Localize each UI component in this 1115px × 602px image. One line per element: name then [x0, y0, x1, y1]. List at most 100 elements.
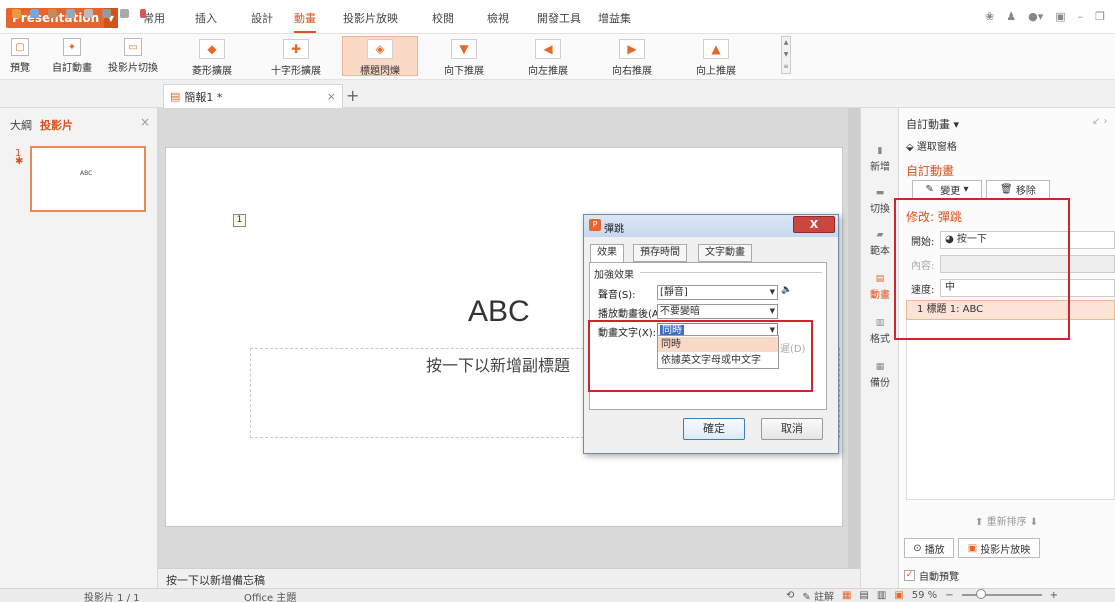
custom-animation-label: 自訂動畫 [52, 63, 92, 74]
side-animation-button[interactable]: ▤ 動畫 [866, 274, 894, 301]
sync-icon[interactable]: ⟲ [786, 590, 794, 601]
animation-push-up[interactable]: ▲ 向上推展 [678, 36, 754, 77]
undo-icon[interactable] [102, 9, 111, 18]
tab-effect[interactable]: 效果 [590, 244, 624, 263]
tab-text-animation[interactable]: 文字動畫 [698, 244, 752, 262]
tab-review[interactable]: 校閱 [432, 10, 454, 26]
preview-icon: ▢ [11, 38, 29, 56]
side-toolbar [860, 108, 898, 588]
animation-label: 菱形擴展 [192, 66, 232, 77]
slide-thumbnail[interactable] [30, 146, 146, 212]
vertical-scrollbar[interactable] [848, 108, 860, 568]
slide-title[interactable]: ABC [468, 295, 530, 329]
tab-slideshow[interactable]: 投影片放映 [343, 10, 398, 26]
subtitle-placeholder[interactable]: 按一下以新增副標題 [426, 352, 570, 376]
zoom-in-icon[interactable]: + [1050, 590, 1058, 601]
redo-icon[interactable] [120, 9, 129, 18]
speaker-icon[interactable]: 🔈 [781, 285, 792, 297]
animation-label: 十字形擴展 [271, 66, 321, 77]
tab-view[interactable]: 檢視 [487, 10, 509, 26]
after-animation-select[interactable]: 不要變暗 ▼ [657, 304, 778, 319]
normal-view-icon[interactable]: ▦ [842, 590, 851, 601]
task-pane-header[interactable]: 自訂動畫 ▾ [906, 116, 959, 132]
minimize-icon[interactable]: – [1078, 10, 1084, 23]
animation-label: 向右推展 [612, 66, 652, 77]
print-icon[interactable] [48, 9, 57, 18]
remove-button[interactable]: 🗑 移除 [986, 180, 1050, 199]
close-icon[interactable]: × [140, 115, 150, 129]
cross-icon: ✚ [283, 39, 309, 59]
zoom-out-icon[interactable]: − [945, 590, 953, 601]
animation-push-right[interactable]: ▶ 向右推展 [594, 36, 670, 77]
reading-view-icon[interactable]: ▥ [877, 590, 886, 601]
notes-placeholder[interactable]: 按一下以新增備忘稿 [166, 572, 265, 588]
slide-transition-button[interactable]: ▭ 投影片切換 [108, 38, 158, 74]
document-tab[interactable]: ▤ 簡報1 * × [163, 84, 343, 108]
animation-diamond-expand[interactable]: ◆ 菱形擴展 [174, 36, 250, 77]
pencil-icon: ✎ [925, 184, 934, 195]
close-icon[interactable]: × [327, 90, 336, 103]
sound-select[interactable]: [靜音] ▼ [657, 285, 778, 300]
doc-icon[interactable] [84, 9, 93, 18]
enhancements-group-label: 加強效果 [594, 270, 634, 281]
window-controls: ❀ ♟ ●▾ ▣ – ❐ [985, 10, 1105, 23]
side-backup-button[interactable]: ▦ 備份 [866, 362, 894, 389]
document-tab-label: 簡報1 * [184, 90, 223, 104]
tab-slides[interactable]: 投影片 [40, 117, 73, 133]
tab-animation[interactable]: 動畫 [294, 10, 316, 33]
ok-button[interactable]: 確定 [683, 418, 745, 440]
open-icon[interactable] [12, 9, 21, 18]
animation-push-down[interactable]: ▼ 向下推展 [426, 36, 502, 77]
auto-preview-checkbox[interactable]: ✓ 自動預覽 [904, 568, 959, 583]
user-icon[interactable]: ♟ [1006, 10, 1016, 23]
preview-button[interactable]: ▢ 預覽 [10, 38, 30, 74]
tab-home[interactable]: 常用 [143, 10, 165, 26]
add-tab-icon[interactable]: + [346, 86, 359, 105]
save-icon[interactable] [30, 9, 39, 18]
pin-icon[interactable]: ↙ › [1092, 116, 1108, 127]
close-button[interactable]: X [793, 216, 835, 233]
zoom-slider-knob[interactable] [975, 589, 986, 599]
slide-transition-label: 投影片切換 [108, 63, 158, 74]
tab-insert[interactable]: 插入 [195, 10, 217, 26]
custom-animation-button[interactable]: ✦ 自訂動畫 [52, 38, 92, 74]
change-button[interactable]: ✎ 變更 ▾ [912, 180, 982, 199]
maximize-icon[interactable]: ❐ [1095, 10, 1105, 23]
side-template-button[interactable]: ▰ 範本 [866, 230, 894, 257]
preview-small-icon[interactable] [66, 9, 75, 18]
theme-indicator: Office 主題 [244, 593, 297, 602]
slideshow-view-icon[interactable]: ▣ [894, 590, 903, 601]
sound-value: [靜音] [660, 287, 688, 298]
side-new-button[interactable]: ▮ 新增 [866, 146, 894, 173]
restore-layout-icon[interactable]: ▣ [1055, 10, 1065, 23]
chevron-down-icon: ▼ [769, 288, 775, 296]
play-button[interactable]: ⊙ 播放 [904, 538, 954, 558]
side-format-button[interactable]: ▥ 格式 [866, 318, 894, 345]
animation-icon: ▤ [875, 274, 885, 284]
skin-icon[interactable]: ❀ [985, 10, 994, 23]
tab-developer[interactable]: 開發工具 [537, 10, 581, 26]
cancel-button[interactable]: 取消 [761, 418, 823, 440]
gallery-scroll-arrows[interactable]: ▲ ▼ ≡ [781, 36, 791, 74]
sorter-view-icon[interactable]: ▤ [859, 590, 868, 601]
tab-design[interactable]: 設計 [251, 10, 273, 26]
animation-push-left[interactable]: ◀ 向左推展 [510, 36, 586, 77]
tab-timing[interactable]: 預存時間 [633, 244, 687, 262]
animation-title-flash[interactable]: ◈ 標題閃爍 [342, 36, 418, 77]
animation-order-tag[interactable]: 1 [233, 214, 246, 227]
help-icon[interactable]: ●▾ [1028, 10, 1043, 23]
group-divider [640, 272, 822, 273]
format-painter-icon[interactable] [140, 9, 146, 18]
tab-addins[interactable]: 增益集 [598, 10, 631, 26]
tab-outline[interactable]: 大綱 [10, 117, 32, 133]
push-up-icon: ▲ [703, 39, 729, 59]
arrow-down-icon: ⬇ [1029, 517, 1039, 528]
sound-label: 聲音(S): [598, 290, 636, 301]
zoom-slider[interactable] [961, 589, 1042, 599]
select-pane-link[interactable]: ⬙ 選取窗格 [906, 138, 957, 153]
side-switch-button[interactable]: ▬ 切換 [866, 188, 894, 215]
animation-cross-expand[interactable]: ✚ 十字形擴展 [258, 36, 334, 77]
slideshow-button[interactable]: ▣ 投影片放映 [958, 538, 1040, 558]
reorder-control[interactable]: ⬆ 重新排序 ⬇ [975, 513, 1038, 528]
notes-toggle[interactable]: ✎ 註解 [802, 588, 834, 602]
